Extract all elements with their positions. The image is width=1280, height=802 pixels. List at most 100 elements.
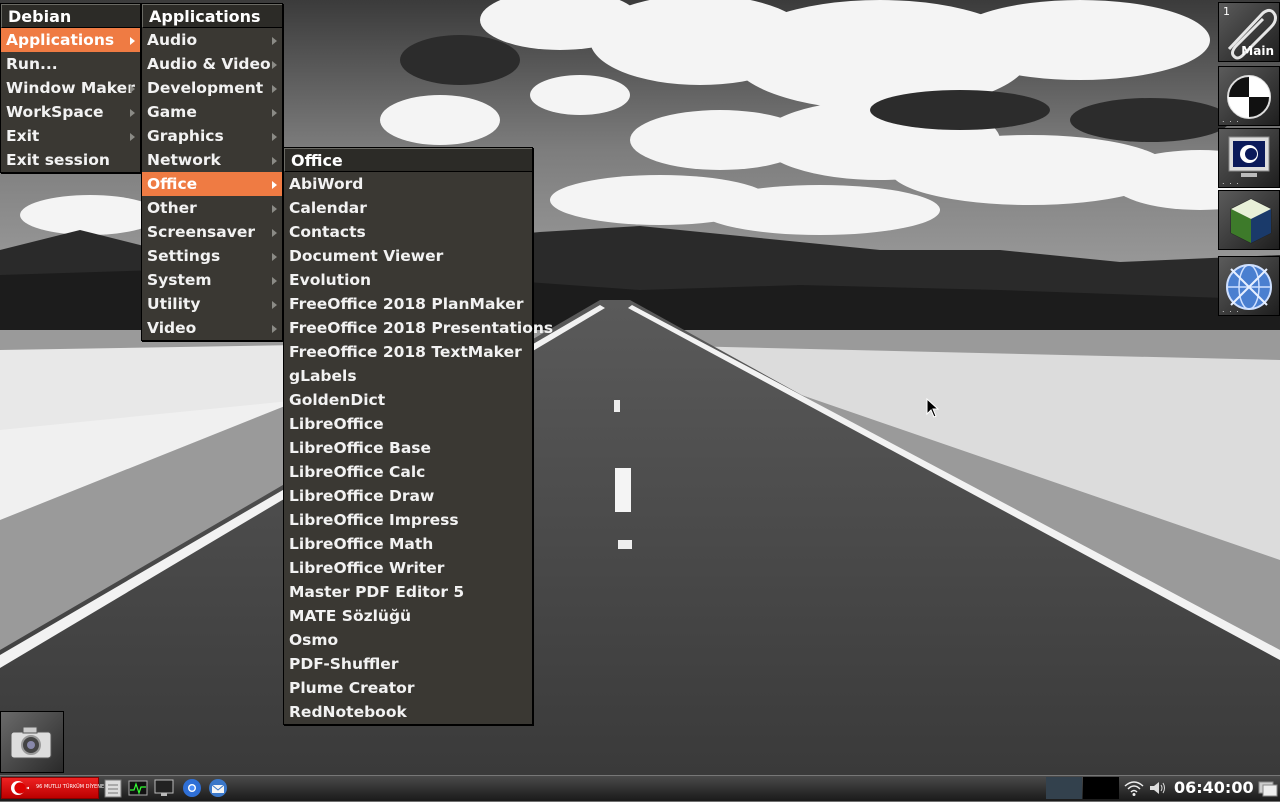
thunderbird-icon bbox=[209, 779, 227, 797]
menu-item-freeoffice-planmaker[interactable]: FreeOffice 2018 PlanMaker bbox=[284, 292, 532, 316]
pager-workspace-active[interactable] bbox=[1083, 777, 1119, 799]
start-flag-text: 96 MUTLU TÜRKÜM DİYENE bbox=[36, 784, 105, 790]
office-menu-title[interactable]: Office bbox=[284, 148, 532, 172]
menu-item-window-maker[interactable]: Window Maker bbox=[1, 76, 140, 100]
menu-item-audio-video[interactable]: Audio & Video bbox=[142, 52, 282, 76]
menu-item-other[interactable]: Other bbox=[142, 196, 282, 220]
menu-item-graphics[interactable]: Graphics bbox=[142, 124, 282, 148]
menu-item-applications[interactable]: Applications bbox=[1, 28, 140, 52]
submenu-arrow-icon bbox=[272, 61, 277, 69]
menu-item-evolution[interactable]: Evolution bbox=[284, 268, 532, 292]
menu-item-libreoffice-math[interactable]: LibreOffice Math bbox=[284, 532, 532, 556]
menu-item-libreoffice-writer[interactable]: LibreOffice Writer bbox=[284, 556, 532, 580]
menu-item-libreoffice[interactable]: LibreOffice bbox=[284, 412, 532, 436]
applications-menu: Applications Audio Audio & Video Develop… bbox=[141, 3, 283, 341]
panel-clock[interactable]: 06:40:00 bbox=[1174, 778, 1254, 797]
submenu-arrow-icon bbox=[130, 37, 135, 45]
package-cube-icon bbox=[1230, 198, 1272, 244]
menu-item-run[interactable]: Run... bbox=[1, 52, 140, 76]
start-menu-button[interactable]: 96 MUTLU TÜRKÜM DİYENE bbox=[1, 777, 104, 799]
menu-item-calendar[interactable]: Calendar bbox=[284, 196, 532, 220]
submenu-arrow-icon bbox=[272, 133, 277, 141]
dock-app-display-settings[interactable]: . . . bbox=[1218, 66, 1280, 126]
menu-item-pdf-shuffler[interactable]: PDF-Shuffler bbox=[284, 652, 532, 676]
mouse-cursor-icon bbox=[926, 398, 940, 418]
launcher-monitor[interactable] bbox=[153, 778, 175, 798]
submenu-arrow-icon bbox=[272, 37, 277, 45]
system-monitor-icon bbox=[128, 780, 148, 796]
bottom-panel: 96 MUTLU TÜRKÜM DİYENE 06:40:00 bbox=[0, 775, 1280, 801]
miniwindow-camera[interactable] bbox=[0, 711, 64, 773]
menu-item-office[interactable]: Office bbox=[142, 172, 282, 196]
submenu-arrow-icon bbox=[272, 181, 277, 189]
menu-item-master-pdf-editor[interactable]: Master PDF Editor 5 bbox=[284, 580, 532, 604]
show-desktop-button[interactable] bbox=[1257, 778, 1279, 798]
workspace-name: Main bbox=[1241, 44, 1274, 58]
pager-workspace[interactable] bbox=[1046, 777, 1082, 799]
launcher-system-monitor[interactable] bbox=[127, 778, 149, 798]
submenu-arrow-icon bbox=[272, 157, 277, 165]
menu-item-workspace[interactable]: WorkSpace bbox=[1, 100, 140, 124]
menu-item-settings[interactable]: Settings bbox=[142, 244, 282, 268]
menu-item-osmo[interactable]: Osmo bbox=[284, 628, 532, 652]
menu-item-libreoffice-draw[interactable]: LibreOffice Draw bbox=[284, 484, 532, 508]
submenu-arrow-icon bbox=[130, 109, 135, 117]
show-desktop-icon bbox=[1258, 781, 1278, 797]
menu-item-rednotebook[interactable]: RedNotebook bbox=[284, 700, 532, 724]
submenu-arrow-icon bbox=[272, 277, 277, 285]
launcher-file-manager[interactable] bbox=[102, 778, 124, 798]
menu-item-glabels[interactable]: gLabels bbox=[284, 364, 532, 388]
menu-item-screensaver[interactable]: Screensaver bbox=[142, 220, 282, 244]
submenu-arrow-icon bbox=[272, 229, 277, 237]
submenu-arrow-icon bbox=[272, 109, 277, 117]
launcher-chromium[interactable] bbox=[181, 778, 203, 798]
tray-wifi[interactable] bbox=[1123, 778, 1145, 798]
submenu-arrow-icon bbox=[130, 133, 135, 141]
menu-item-mate-sozlugu[interactable]: MATE Sözlüğü bbox=[284, 604, 532, 628]
menu-item-exit[interactable]: Exit bbox=[1, 124, 140, 148]
menu-item-abiword[interactable]: AbiWord bbox=[284, 172, 532, 196]
menu-item-plume-creator[interactable]: Plume Creator bbox=[284, 676, 532, 700]
dock-dots: . . . bbox=[1222, 305, 1240, 314]
menu-item-game[interactable]: Game bbox=[142, 100, 282, 124]
menu-item-freeoffice-textmaker[interactable]: FreeOffice 2018 TextMaker bbox=[284, 340, 532, 364]
monitor-icon bbox=[154, 779, 174, 796]
turkish-flag-icon bbox=[11, 781, 29, 795]
menu-item-audio[interactable]: Audio bbox=[142, 28, 282, 52]
volume-icon bbox=[1150, 782, 1165, 794]
submenu-arrow-icon bbox=[272, 205, 277, 213]
menu-item-utility[interactable]: Utility bbox=[142, 292, 282, 316]
menu-item-libreoffice-calc[interactable]: LibreOffice Calc bbox=[284, 460, 532, 484]
menu-item-freeoffice-presentations[interactable]: FreeOffice 2018 Presentations bbox=[284, 316, 553, 340]
dock-dots: . . . bbox=[1222, 115, 1240, 124]
submenu-arrow-icon bbox=[272, 253, 277, 261]
workspace-clip[interactable]: 1 Main bbox=[1218, 2, 1280, 62]
chromium-icon bbox=[183, 779, 201, 797]
menu-item-libreoffice-base[interactable]: LibreOffice Base bbox=[284, 436, 532, 460]
menu-item-development[interactable]: Development bbox=[142, 76, 282, 100]
wifi-icon bbox=[1124, 781, 1144, 796]
tray-volume[interactable] bbox=[1147, 778, 1169, 798]
file-manager-icon bbox=[104, 779, 122, 798]
menu-item-document-viewer[interactable]: Document Viewer bbox=[284, 244, 532, 268]
menu-item-libreoffice-impress[interactable]: LibreOffice Impress bbox=[284, 508, 532, 532]
menu-item-system[interactable]: System bbox=[142, 268, 282, 292]
root-menu-title[interactable]: Debian bbox=[1, 4, 140, 28]
launcher-thunderbird[interactable] bbox=[207, 778, 229, 798]
menu-item-contacts[interactable]: Contacts bbox=[284, 220, 532, 244]
menu-item-exit-session[interactable]: Exit session bbox=[1, 148, 140, 172]
root-menu: Debian Applications Run... Window Maker … bbox=[0, 3, 141, 173]
dock-app-terminal[interactable]: . . . bbox=[1218, 128, 1280, 188]
submenu-arrow-icon bbox=[272, 301, 277, 309]
dock-app-package-manager[interactable] bbox=[1218, 190, 1280, 250]
menu-item-network[interactable]: Network bbox=[142, 148, 282, 172]
dock-dots: . . . bbox=[1222, 177, 1240, 186]
dock-app-web-browser[interactable]: . . . bbox=[1218, 256, 1280, 316]
menu-item-goldendict[interactable]: GoldenDict bbox=[284, 388, 532, 412]
applications-menu-title[interactable]: Applications bbox=[142, 4, 282, 28]
submenu-arrow-icon bbox=[272, 85, 277, 93]
menu-item-video[interactable]: Video bbox=[142, 316, 282, 340]
submenu-arrow-icon bbox=[272, 325, 277, 333]
office-menu: Office AbiWord Calendar Contacts Documen… bbox=[283, 147, 553, 725]
camera-icon bbox=[10, 726, 52, 759]
